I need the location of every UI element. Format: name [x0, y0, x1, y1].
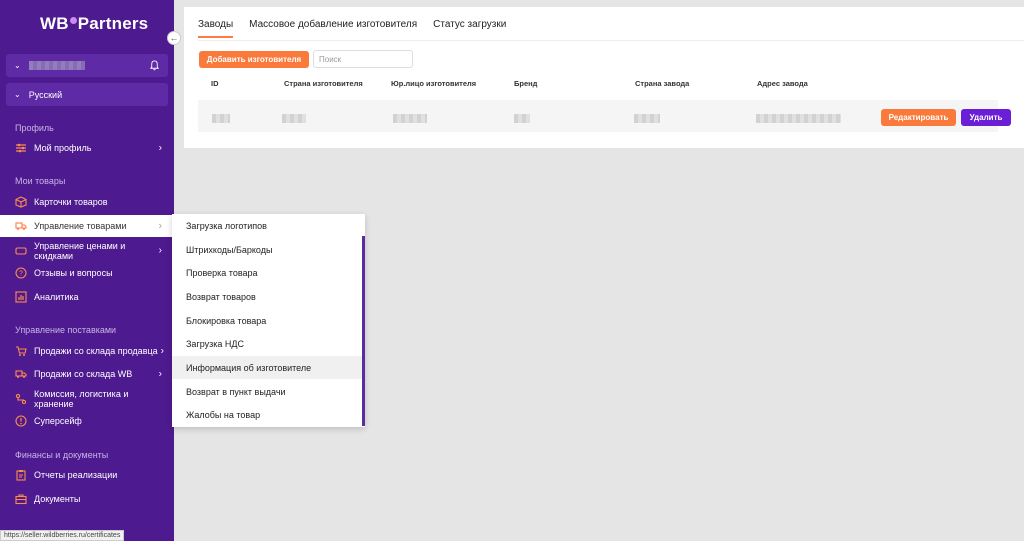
submenu-item-logo-upload[interactable]: Загрузка логотипов [172, 214, 362, 237]
sidebar-item-reports[interactable]: Отчеты реализации [0, 464, 174, 486]
column-header-factory-country: Страна завода [635, 79, 690, 88]
submenu-scrollbar[interactable] [362, 236, 365, 426]
cell-blurred [514, 114, 530, 123]
cart-icon [15, 345, 27, 357]
wb-partners-logo[interactable]: WB Partners [40, 14, 148, 34]
truck-icon [15, 368, 27, 380]
language-selector[interactable]: ⌄ Русский [6, 83, 168, 106]
cell-blurred [282, 114, 306, 123]
sidebar-item-my-profile[interactable]: Мой профиль › [0, 137, 174, 159]
sidebar-item-analytics[interactable]: Аналитика [0, 286, 174, 308]
submenu-item-returns[interactable]: Возврат товаров [172, 285, 362, 308]
table-row: Редактировать Удалить [198, 100, 1011, 132]
chevron-down-icon: ⌄ [14, 90, 21, 99]
column-header-factory-address: Адрес завода [757, 79, 808, 88]
logo-part1: WB [40, 14, 69, 33]
sidebar-item-label-wrap: Управление ценами и скидками [34, 241, 125, 261]
sidebar-item-label: Управление ценами и [34, 241, 126, 251]
submenu-item-return-to-pickup[interactable]: Возврат в пункт выдачи [172, 380, 362, 403]
chevron-down-icon: ⌄ [14, 61, 21, 70]
truck-icon [15, 220, 27, 232]
section-supplies: Управление поставками [15, 325, 117, 335]
logo-dot-icon [69, 16, 77, 24]
sidebar-item-commission[interactable]: Комиссия, логистика и хранение [0, 385, 174, 413]
sidebar-item-label: Аналитика [34, 292, 79, 302]
chevron-right-icon: › [158, 368, 162, 380]
chevron-right-icon: › [158, 245, 162, 256]
sidebar-item-label: Комиссия, логистика и [34, 389, 129, 399]
sidebar-item-label: Отчеты реализации [34, 470, 118, 480]
shield-icon [15, 415, 27, 427]
account-selector[interactable]: ⌄ [6, 54, 168, 77]
column-header-brand: Бренд [514, 79, 538, 88]
sliders-icon [15, 142, 27, 154]
cell-blurred [212, 114, 230, 123]
chevron-right-icon: › [160, 345, 164, 357]
submenu-item-vat-upload[interactable]: Загрузка НДС [172, 332, 362, 355]
column-header-manufacturer-country: Страна изготовителя [284, 79, 363, 88]
logo-part2: Partners [77, 14, 149, 33]
bar-chart-icon [15, 291, 27, 303]
bell-icon[interactable] [149, 60, 160, 71]
sidebar-item-label: Продажи со склада WB [34, 369, 133, 379]
sidebar-item-label: Управление товарами [34, 221, 127, 231]
submenu-item-blocking[interactable]: Блокировка товара [172, 309, 362, 332]
submenu-item-product-check[interactable]: Проверка товара [172, 261, 362, 284]
column-header-id: ID [211, 79, 219, 88]
language-label: Русский [28, 89, 63, 100]
svg-text:?: ? [19, 271, 23, 278]
section-finance: Финансы и документы [15, 450, 109, 460]
sidebar-item-label: Отзывы и вопросы [34, 268, 113, 278]
cell-blurred [634, 114, 660, 123]
sidebar: WB Partners ⌄ ⌄ Русский Профиль Мой профи… [0, 0, 174, 541]
sidebar-item-supersafe[interactable]: Суперсейф [0, 410, 174, 432]
section-profile: Профиль [15, 123, 54, 133]
search-input[interactable] [313, 50, 413, 68]
route-icon [15, 393, 27, 405]
briefcase-icon [15, 493, 27, 505]
section-goods: Мои товары [15, 176, 66, 186]
tab-factories[interactable]: Заводы [198, 19, 234, 38]
submenu-item-complaints[interactable]: Жалобы на товар [172, 403, 362, 426]
add-manufacturer-button[interactable]: Добавить изготовителя [199, 51, 309, 68]
sidebar-item-cards[interactable]: Карточки товаров [0, 191, 174, 213]
sidebar-item-label: Документы [34, 494, 81, 504]
submenu-item-manufacturer-info[interactable]: Информация об изготовителе [172, 356, 362, 379]
cell-blurred [393, 114, 427, 123]
chevron-right-icon: › [158, 220, 162, 232]
status-bar-url: https://seller.wildberries.ru/certificat… [0, 530, 125, 541]
delete-button[interactable]: Удалить [961, 109, 1011, 126]
sidebar-item-sales-wb[interactable]: Продажи со склада WB › [0, 363, 174, 385]
sidebar-item-prices[interactable]: Управление ценами и скидками › [0, 237, 174, 265]
cell-blurred [756, 114, 841, 123]
tab-upload-status[interactable]: Статус загрузки [433, 19, 506, 38]
sidebar-item-sales-seller[interactable]: Продажи со склада продавца › [0, 340, 174, 362]
collapse-sidebar-button[interactable]: ← [167, 31, 181, 45]
manage-goods-submenu: Загрузка логотипов Штрихкоды/Баркоды Про… [172, 214, 365, 427]
sidebar-item-label: Продажи со склада продавца [34, 346, 158, 356]
chevron-right-icon: › [158, 142, 162, 154]
sidebar-item-documents[interactable]: Документы [0, 488, 174, 510]
question-icon: ? [15, 267, 27, 279]
tabs-divider [198, 40, 1024, 41]
tag-icon [15, 245, 27, 257]
sidebar-item-label: Карточки товаров [34, 197, 108, 207]
sidebar-item-manage-goods[interactable]: Управление товарами › [0, 215, 174, 237]
sidebar-item-label-wrap: Комиссия, логистика и хранение [34, 389, 128, 409]
sidebar-item-label: Суперсейф [34, 416, 82, 426]
box-icon [15, 196, 27, 208]
sidebar-item-reviews[interactable]: ? Отзывы и вопросы [0, 262, 174, 284]
account-name-blurred [28, 61, 85, 70]
clipboard-icon [15, 469, 27, 481]
column-header-legal-entity: Юр.лицо изготовителя [391, 79, 477, 88]
submenu-item-barcodes[interactable]: Штрихкоды/Баркоды [172, 238, 362, 261]
main-content: Заводы Массовое добавление изготовителя … [184, 7, 1024, 148]
tab-bar: Заводы Массовое добавление изготовителя … [198, 19, 522, 38]
sidebar-item-label: скидками [34, 251, 74, 261]
sidebar-item-label: хранение [34, 399, 74, 409]
sidebar-item-label: Мой профиль [34, 143, 92, 153]
edit-button[interactable]: Редактировать [881, 109, 956, 126]
tab-mass-add[interactable]: Массовое добавление изготовителя [249, 19, 417, 38]
